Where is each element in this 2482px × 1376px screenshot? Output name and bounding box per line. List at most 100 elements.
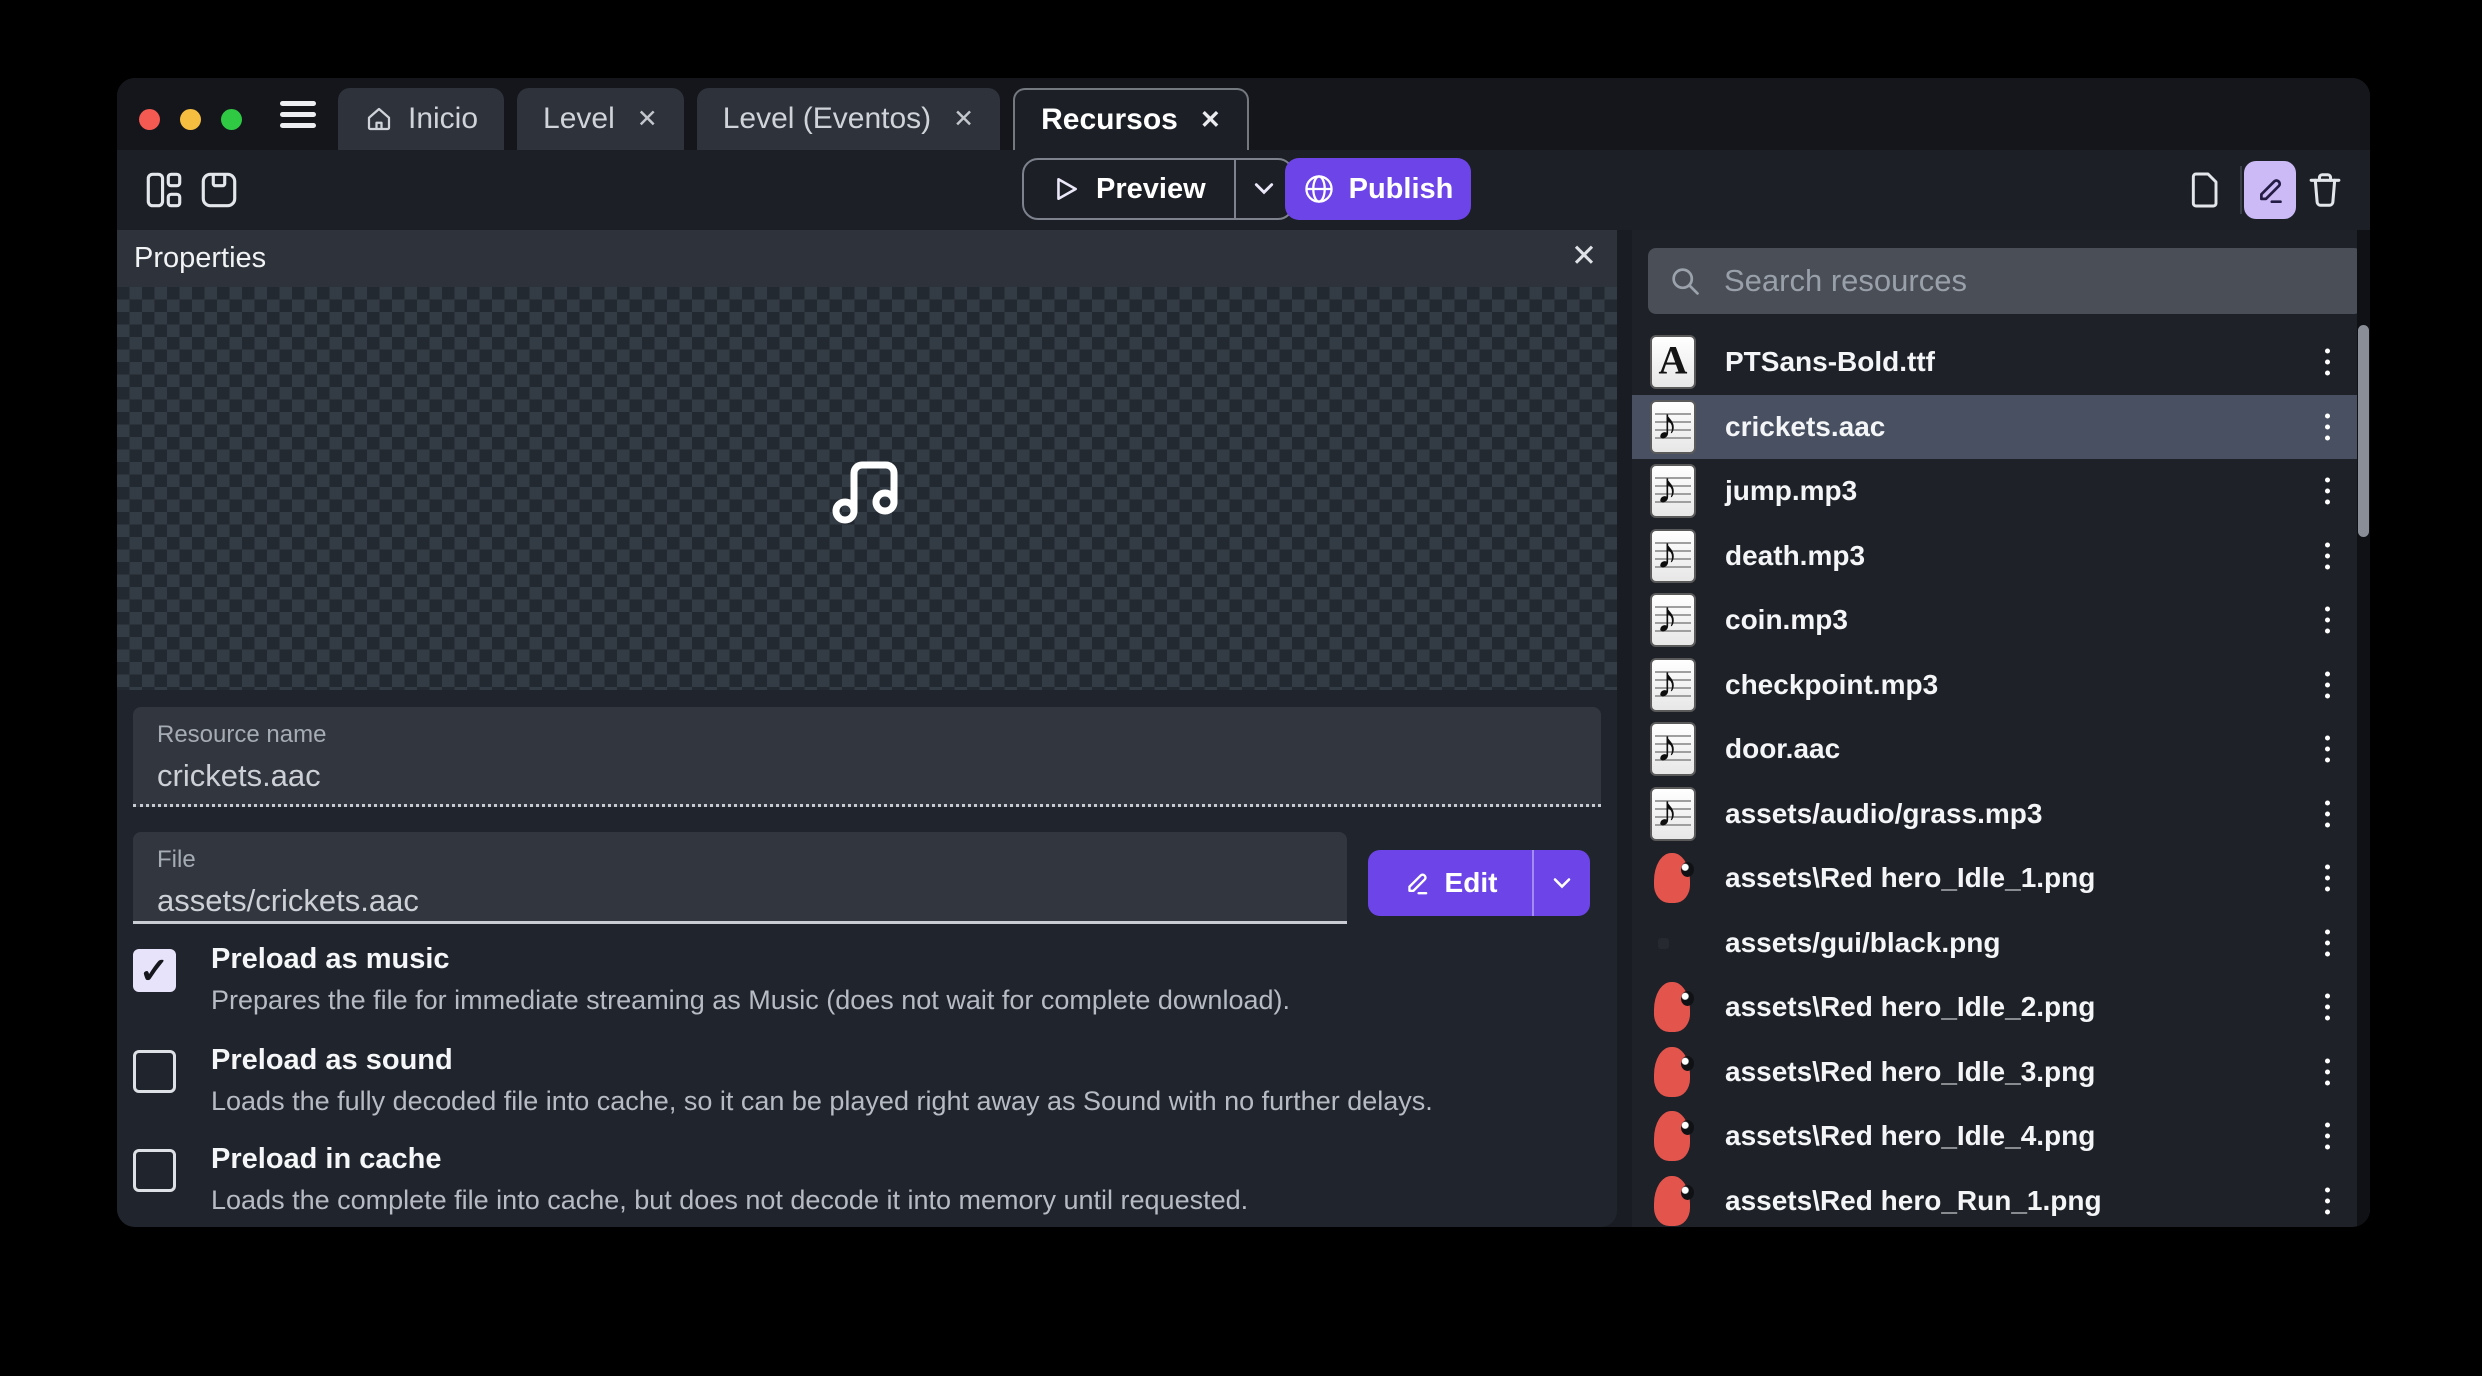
close-tab-icon[interactable]: ✕ [637, 107, 658, 132]
resource-row[interactable]: assets\Red hero_Idle_4.png [1632, 1104, 2362, 1169]
panels-icon[interactable] [144, 170, 184, 210]
resource-row[interactable]: door.aac [1632, 717, 2362, 782]
pencil-icon [1403, 869, 1431, 897]
preload-cache-row: Preload in cache Loads the complete file… [133, 1143, 1593, 1227]
preload-cache-checkbox[interactable] [133, 1149, 176, 1192]
close-tab-icon[interactable]: ✕ [1200, 108, 1221, 133]
kebab-menu-icon[interactable] [2319, 988, 2336, 1027]
tab-inicio[interactable]: Inicio [338, 88, 504, 150]
properties-panel: Properties ✕ Resource name crickets.aac … [117, 230, 1617, 1227]
search-input[interactable] [1722, 248, 2342, 314]
kebab-menu-icon[interactable] [2319, 794, 2336, 833]
preload-music-row: Preload as music Prepares the file for i… [133, 943, 1593, 1035]
resource-row[interactable]: jump.mp3 [1632, 459, 2362, 524]
maximize-window-button[interactable] [221, 109, 242, 130]
resource-label: assets\Red hero_Idle_2.png [1725, 991, 2095, 1023]
red-hero-sprite-icon [1650, 1174, 1696, 1227]
globe-icon [1303, 173, 1335, 205]
red-hero-sprite-icon [1650, 1109, 1696, 1163]
checkbox-label[interactable]: Preload as sound [211, 1044, 453, 1077]
publish-button[interactable]: Publish [1285, 158, 1471, 220]
resource-row[interactable]: crickets.aac [1632, 395, 2362, 460]
resource-label: assets\Red hero_Idle_1.png [1725, 862, 2095, 894]
toolbar: Preview Publish [117, 150, 2370, 230]
resource-row[interactable]: PTSans-Bold.ttf [1632, 330, 2362, 395]
hamburger-menu-icon[interactable] [280, 101, 316, 128]
audio-file-icon [1650, 658, 1696, 712]
checkbox-label[interactable]: Preload in cache [211, 1143, 442, 1176]
trash-icon[interactable] [2307, 170, 2343, 210]
file-label: File [157, 846, 1347, 874]
resource-row[interactable]: checkpoint.mp3 [1632, 653, 2362, 718]
chevron-down-icon [1552, 877, 1572, 890]
resource-row[interactable]: death.mp3 [1632, 524, 2362, 589]
close-window-button[interactable] [139, 109, 160, 130]
scrollbar-track[interactable] [2357, 230, 2370, 1227]
kebab-menu-icon[interactable] [2319, 730, 2336, 769]
resource-label: assets\Red hero_Idle_4.png [1725, 1120, 2095, 1152]
preview-button[interactable]: Preview [1024, 160, 1234, 218]
resource-label: crickets.aac [1725, 411, 1885, 443]
kebab-menu-icon[interactable] [2319, 472, 2336, 511]
file-field[interactable]: File assets/crickets.aac [133, 832, 1347, 924]
resource-label: PTSans-Bold.ttf [1725, 346, 1935, 378]
play-icon [1052, 175, 1080, 203]
publish-label: Publish [1349, 173, 1454, 206]
close-panel-icon[interactable]: ✕ [1571, 240, 1597, 271]
kebab-menu-icon[interactable] [2319, 1117, 2336, 1156]
resources-panel: PTSans-Bold.ttf crickets.aac jump.mp3 de… [1632, 230, 2370, 1227]
tab-level[interactable]: Level ✕ [517, 88, 684, 150]
resource-label: assets/gui/black.png [1725, 927, 2000, 959]
resource-row[interactable]: coin.mp3 [1632, 588, 2362, 653]
red-hero-sprite-icon [1650, 980, 1696, 1034]
app-window: Inicio Level ✕ Level (Eventos) ✕ Recurso… [117, 78, 2370, 1227]
checkbox-label[interactable]: Preload as music [211, 943, 450, 976]
red-hero-sprite-icon [1650, 1045, 1696, 1099]
resource-name-field[interactable]: Resource name crickets.aac [133, 707, 1601, 807]
edit-mode-toggle-button[interactable] [2244, 161, 2296, 219]
kebab-menu-icon[interactable] [2319, 536, 2336, 575]
tab-recursos[interactable]: Recursos ✕ [1013, 88, 1249, 150]
edit-dropdown-button[interactable] [1532, 850, 1590, 916]
resource-row[interactable]: assets/audio/grass.mp3 [1632, 782, 2362, 847]
resource-row[interactable]: assets\Red hero_Run_1.png [1632, 1169, 2362, 1228]
kebab-menu-icon[interactable] [2319, 1052, 2336, 1091]
resource-row[interactable]: assets\Red hero_Idle_1.png [1632, 846, 2362, 911]
kebab-menu-icon[interactable] [2319, 601, 2336, 640]
scrollbar-thumb[interactable] [2358, 325, 2369, 537]
kebab-menu-icon[interactable] [2319, 665, 2336, 704]
tab-label: Level [543, 102, 615, 136]
document-icon[interactable] [2185, 170, 2223, 210]
red-hero-sprite-icon [1650, 851, 1696, 905]
resource-row[interactable]: assets/gui/black.png [1632, 911, 2362, 976]
resource-row[interactable]: assets\Red hero_Idle_3.png [1632, 1040, 2362, 1105]
edit-button[interactable]: Edit [1368, 850, 1532, 916]
tab-level-eventos[interactable]: Level (Eventos) ✕ [697, 88, 1000, 150]
kebab-menu-icon[interactable] [2319, 923, 2336, 962]
resource-label: jump.mp3 [1725, 475, 1857, 507]
resource-name-value: crickets.aac [157, 758, 1601, 794]
minimize-window-button[interactable] [180, 109, 201, 130]
preview-dropdown-button[interactable] [1234, 160, 1292, 218]
toolbar-divider [2240, 166, 2242, 214]
kebab-menu-icon[interactable] [2319, 1181, 2336, 1220]
resource-preview-area [117, 287, 1617, 690]
kebab-menu-icon[interactable] [2319, 407, 2336, 446]
tab-label: Inicio [408, 102, 478, 136]
audio-file-icon [1650, 529, 1696, 583]
audio-file-icon [1650, 400, 1696, 454]
resource-label: checkpoint.mp3 [1725, 669, 1938, 701]
save-icon[interactable] [199, 170, 239, 210]
kebab-menu-icon[interactable] [2319, 859, 2336, 898]
preload-sound-checkbox[interactable] [133, 1050, 176, 1093]
close-tab-icon[interactable]: ✕ [953, 107, 974, 132]
audio-file-icon [1650, 722, 1696, 776]
kebab-menu-icon[interactable] [2319, 343, 2336, 382]
resource-row[interactable]: assets\Red hero_Idle_2.png [1632, 975, 2362, 1040]
search-bar [1648, 248, 2362, 314]
checkbox-description: Prepares the file for immediate streamin… [211, 985, 1290, 1016]
resource-label: assets\Red hero_Run_1.png [1725, 1185, 2102, 1217]
preload-music-checkbox[interactable] [133, 949, 176, 992]
tab-label: Level (Eventos) [723, 102, 931, 136]
audio-file-icon [1650, 464, 1696, 518]
